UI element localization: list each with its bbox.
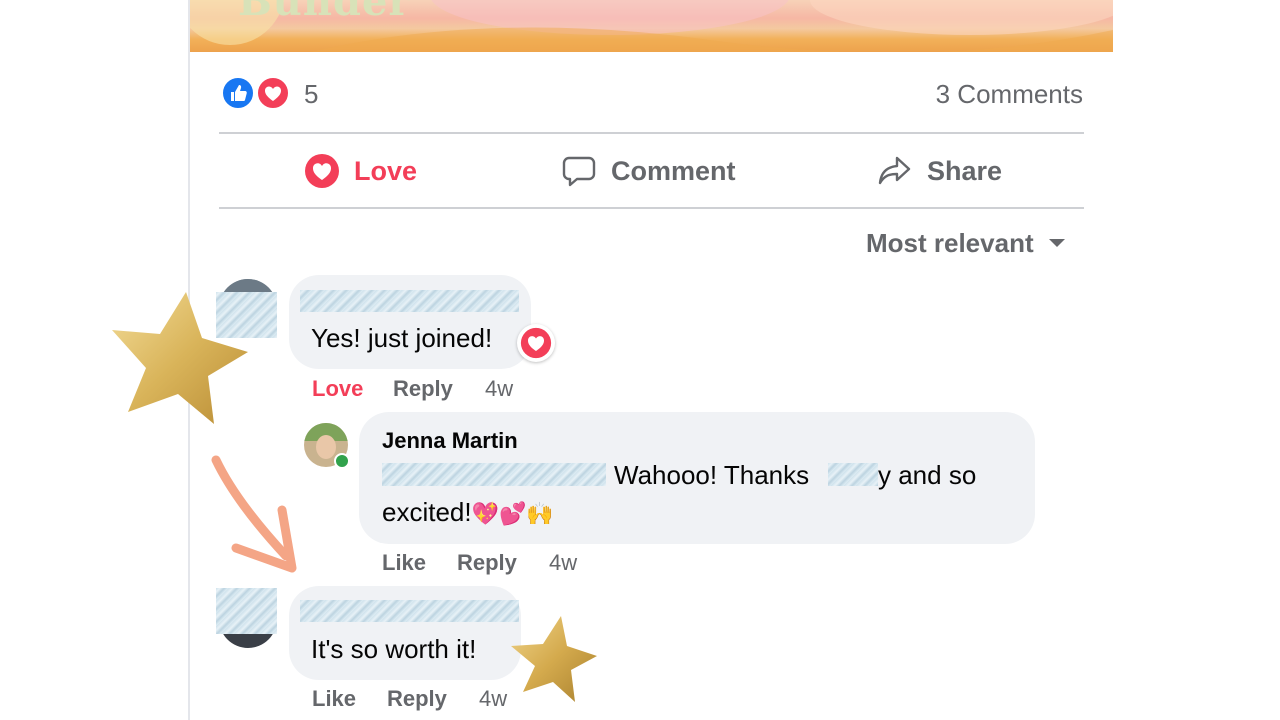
comment-button[interactable]: Comment	[561, 152, 736, 190]
comment-timestamp[interactable]: 4w	[485, 376, 513, 402]
love-button-label: Love	[354, 155, 418, 186]
redacted-name	[828, 463, 878, 486]
share-button[interactable]: Share	[877, 152, 1002, 190]
online-status-dot	[334, 453, 350, 469]
reply-text-part2: y and so	[878, 460, 977, 490]
reply-text-part1: Wahooo! Thanks	[614, 460, 810, 490]
arrow-icon	[211, 455, 297, 573]
divider	[219, 207, 1084, 209]
love-button[interactable]: Love	[304, 152, 417, 190]
comment-text: Yes! just joined!	[311, 323, 493, 353]
comment-like-link[interactable]: Like	[312, 686, 356, 712]
banner-title: Bunder	[238, 0, 411, 25]
chevron-down-icon	[1048, 239, 1065, 247]
reply-reply-link[interactable]: Reply	[457, 550, 517, 576]
comment-love-link[interactable]: Love	[312, 376, 363, 402]
comment-icon	[562, 156, 596, 187]
comments-count[interactable]: 3 Comments	[936, 79, 1083, 110]
reply-text-line2-text: excited!	[382, 497, 472, 527]
redacted-avatar	[216, 588, 277, 634]
gold-star-icon	[511, 616, 597, 702]
heart-icon	[520, 327, 552, 359]
comment-timestamp[interactable]: 4w	[479, 686, 507, 712]
sort-label: Most relevant	[866, 227, 1034, 258]
heart-icon[interactable]	[256, 76, 290, 110]
reply-author-name[interactable]: Jenna Martin	[382, 428, 518, 454]
comment-text: It's so worth it!	[311, 634, 477, 664]
emoji-group: 💖💕🙌	[471, 501, 554, 526]
comment-reply-link[interactable]: Reply	[387, 686, 447, 712]
share-button-label: Share	[927, 155, 1003, 186]
divider	[219, 132, 1084, 134]
reaction-count[interactable]: 5	[304, 79, 318, 110]
redacted-author-name	[300, 290, 519, 312]
redacted-mention	[382, 463, 606, 486]
reply-like-link[interactable]: Like	[382, 550, 426, 576]
reply-timestamp[interactable]: 4w	[549, 550, 577, 576]
gold-star-icon	[112, 292, 248, 424]
comment-reply-link[interactable]: Reply	[393, 376, 453, 402]
sort-dropdown[interactable]: Most relevant	[866, 226, 1066, 260]
reply-text-line2: excited!💖💕🙌	[382, 497, 554, 528]
like-icon[interactable]	[221, 76, 255, 110]
comment-reaction-badge[interactable]	[517, 324, 555, 362]
comment-button-label: Comment	[611, 155, 736, 186]
redacted-author-name	[300, 600, 519, 622]
heart-icon	[305, 154, 339, 188]
post-banner-image: Bunder	[190, 0, 1113, 52]
share-icon	[878, 156, 911, 185]
